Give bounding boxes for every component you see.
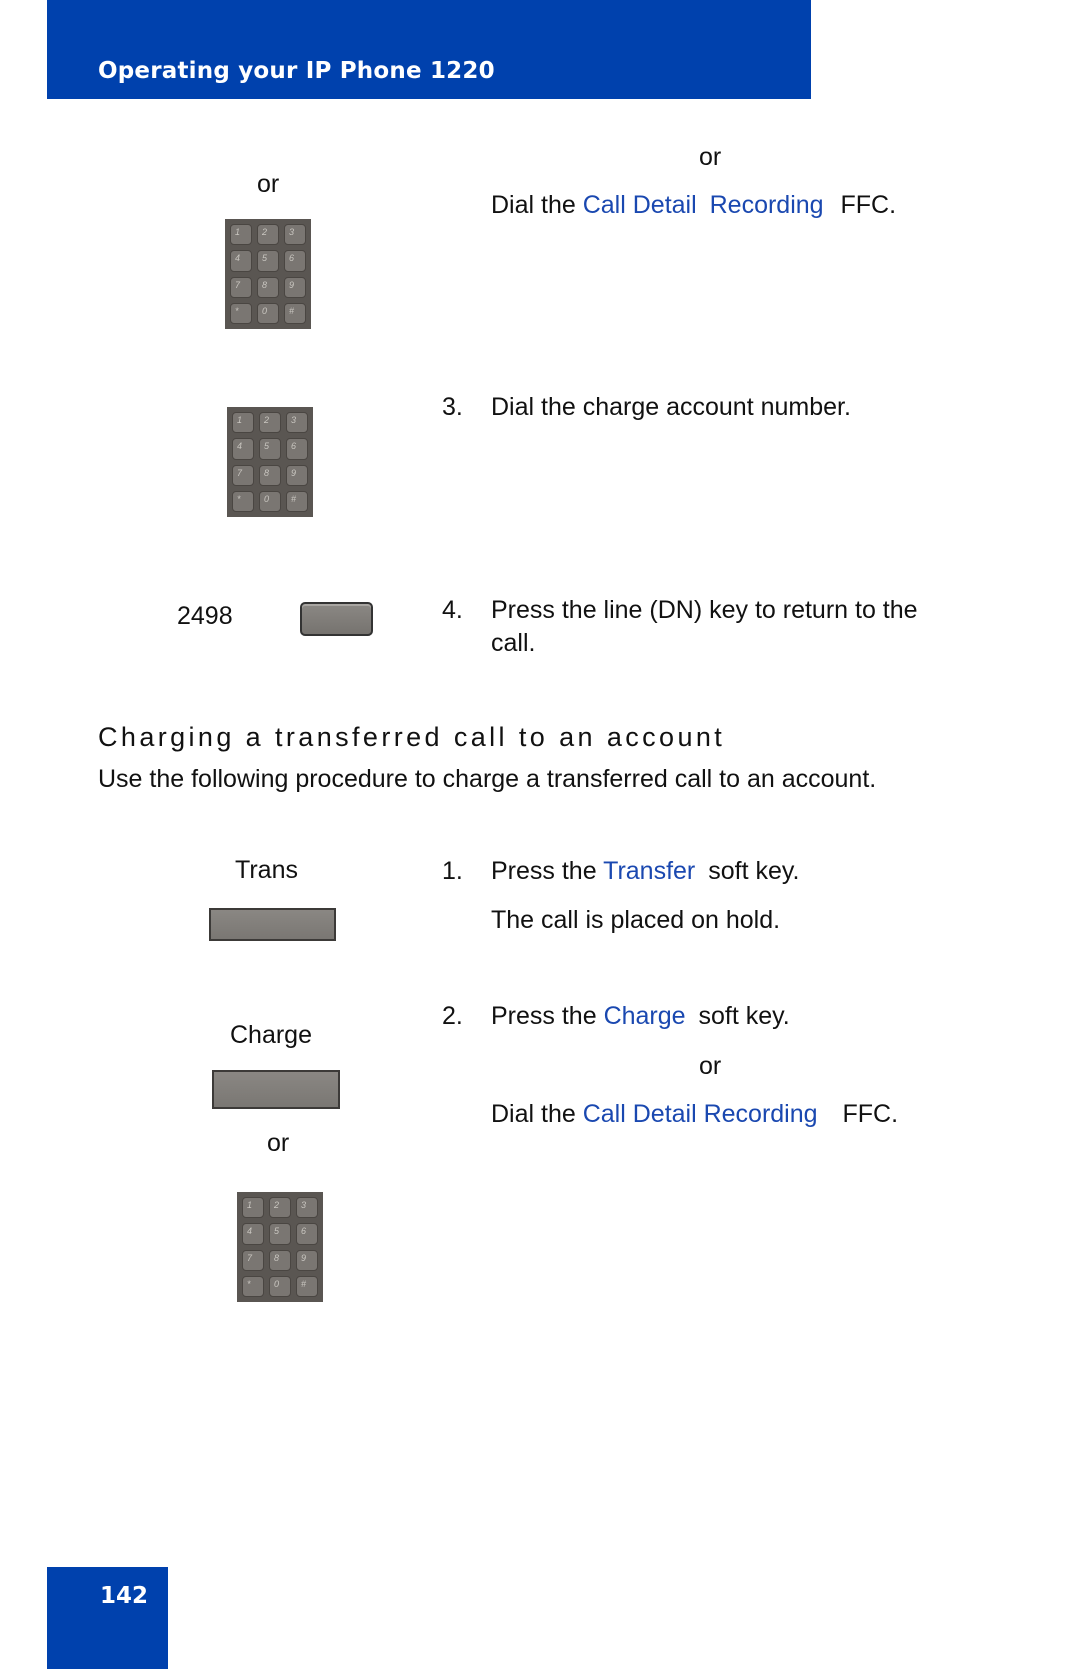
section-intro: Use the following procedure to charge a … (98, 765, 877, 793)
dialpad-key: # (284, 302, 306, 324)
dial-prefix: Dial the (491, 1100, 576, 1128)
step-text: Press the line (DN) key to return to the (491, 596, 918, 624)
step-text-continued: call. (491, 629, 536, 657)
ffc-suffix: FFC. (840, 191, 897, 219)
dial-prefix: Dial the (491, 191, 576, 219)
step-number: 4. (442, 596, 463, 624)
dialpad-key: 0 (259, 490, 281, 512)
dialpad-key: 9 (286, 464, 308, 486)
dialpad-key: 5 (269, 1223, 291, 1245)
step-number: 3. (442, 393, 463, 421)
dialpad-key: 1 (242, 1197, 264, 1219)
dialpad-key: 6 (286, 438, 308, 460)
charge-softkey-label: Charge (230, 1021, 312, 1049)
dialpad-icon: 1 2 3 4 5 6 7 8 9 * 0 # (225, 219, 311, 329)
dialpad-key: 8 (257, 276, 279, 298)
or-label: or (257, 170, 280, 198)
dialpad-key: * (230, 302, 252, 324)
dialpad-key: 0 (269, 1275, 291, 1297)
dialpad-key: 7 (232, 464, 254, 486)
call-detail-link[interactable]: Call Detail (583, 191, 697, 219)
dialpad-key: 0 (257, 302, 279, 324)
dialpad-key: 3 (284, 224, 306, 246)
dialpad-key: 4 (242, 1223, 264, 1245)
step-prefix: Press the (491, 1002, 597, 1030)
or-label: or (267, 1129, 290, 1157)
step-text: Press the Charge soft key. (491, 1004, 790, 1029)
step-prefix: Press the (491, 857, 597, 885)
step-text: Dial the charge account number. (491, 393, 851, 421)
dialpad-key: 8 (259, 464, 281, 486)
dialpad-key: 6 (284, 250, 306, 272)
dialpad-key: 7 (242, 1249, 264, 1271)
transfer-softkey-button[interactable] (209, 908, 336, 941)
line-key-button[interactable] (300, 602, 373, 636)
dialpad-key: # (286, 490, 308, 512)
dialpad-key: 5 (257, 250, 279, 272)
step-suffix: soft key. (708, 857, 800, 885)
page-number: 142 (100, 1583, 149, 1609)
charge-softkey-button[interactable] (212, 1070, 340, 1109)
dialpad-key: 9 (284, 276, 306, 298)
header-bar (47, 0, 811, 99)
charge-link[interactable]: Charge (604, 1002, 686, 1030)
step-suffix: soft key. (698, 1002, 790, 1030)
dialpad-key: 2 (257, 224, 279, 246)
dialpad-key: 6 (296, 1223, 318, 1245)
dialpad-key: 7 (230, 276, 252, 298)
dialpad-icon: 1 2 3 4 5 6 7 8 9 * 0 # (227, 407, 313, 517)
dialpad-key: 8 (269, 1249, 291, 1271)
dialpad-icon: 1 2 3 4 5 6 7 8 9 * 0 # (237, 1192, 323, 1302)
step-note: The call is placed on hold. (491, 906, 781, 934)
dialpad-key: 4 (230, 250, 252, 272)
dialpad-key: 2 (259, 412, 281, 434)
step-number: 2. (442, 1002, 463, 1030)
dialpad-key: 1 (232, 412, 254, 434)
section-heading: Charging a transferred call to an accoun… (98, 722, 726, 752)
ffc-suffix: FFC. (842, 1100, 899, 1128)
transfer-link[interactable]: Transfer (603, 857, 695, 885)
trans-softkey-label: Trans (235, 856, 298, 884)
dialpad-key: 2 (269, 1197, 291, 1219)
dialpad-key: 4 (232, 438, 254, 460)
line-key-label: 2498 (177, 602, 233, 630)
dialpad-key: * (242, 1275, 264, 1297)
call-detail-recording-link[interactable]: Call Detail Recording (583, 1100, 818, 1128)
or-label: or (699, 143, 722, 171)
dial-cdr-instruction: Dial the Call Detail Recording FFC. (491, 193, 896, 218)
or-label: or (699, 1052, 722, 1080)
dial-cdr-instruction: Dial the Call Detail Recording FFC. (491, 1102, 898, 1127)
step-text: Press the Transfer soft key. (491, 859, 799, 884)
step-number: 1. (442, 857, 463, 885)
dialpad-key: 3 (296, 1197, 318, 1219)
dialpad-key: 9 (296, 1249, 318, 1271)
dialpad-key: 3 (286, 412, 308, 434)
dialpad-key: 1 (230, 224, 252, 246)
recording-link[interactable]: Recording (710, 191, 824, 219)
dialpad-key: # (296, 1275, 318, 1297)
header-title: Operating your IP Phone 1220 (98, 58, 495, 84)
dialpad-key: 5 (259, 438, 281, 460)
dialpad-key: * (232, 490, 254, 512)
